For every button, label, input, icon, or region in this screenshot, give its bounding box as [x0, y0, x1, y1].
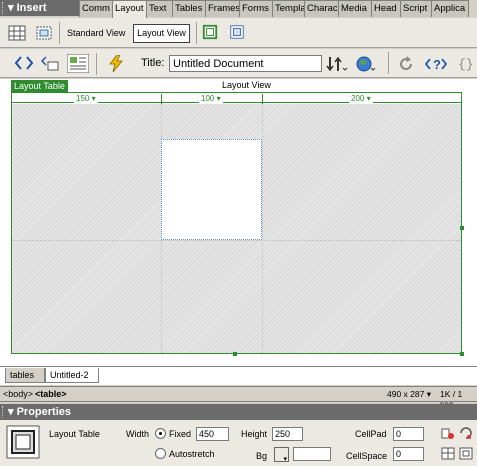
tab-media[interactable]: Media	[338, 0, 372, 17]
separator	[59, 22, 60, 44]
bg-color-swatch[interactable]: ▾	[274, 447, 289, 463]
fixed-radio[interactable]	[155, 428, 166, 439]
resize-handle[interactable]	[233, 352, 237, 356]
refresh-icon[interactable]	[398, 56, 414, 72]
draw-layout-table-icon[interactable]	[201, 24, 219, 40]
table-icon[interactable]	[8, 25, 26, 41]
cellpad-label: CellPad	[355, 429, 387, 439]
draw-layout-cell-icon[interactable]	[228, 24, 246, 40]
fixed-label: Fixed	[169, 429, 192, 439]
split-view-icon[interactable]	[40, 55, 60, 71]
grip-icon	[2, 2, 5, 15]
code-view-icon[interactable]	[14, 55, 34, 71]
svg-text:{}: {}	[458, 57, 474, 72]
dropdown-arrow-icon: ▾	[283, 456, 287, 463]
title-input[interactable]	[169, 55, 322, 72]
bg-color-input[interactable]	[293, 447, 331, 461]
svg-text:?: ?	[433, 57, 441, 72]
height-label: Height	[241, 429, 268, 439]
tab-characters[interactable]: Charac	[304, 0, 339, 17]
tab-frames[interactable]: Frames	[205, 0, 240, 17]
layout-table-icon	[6, 425, 40, 459]
layout-view-button[interactable]: Layout View	[133, 24, 190, 43]
tab-script[interactable]: Script	[400, 0, 432, 17]
autostretch-radio[interactable]	[155, 448, 166, 459]
doc-tab-tables[interactable]: tables *	[5, 368, 45, 394]
doc-tab-untitled-2[interactable]: Untitled-2 *	[45, 368, 99, 394]
remove-spacers-icon[interactable]	[441, 447, 455, 460]
resize-handle[interactable]	[460, 226, 464, 230]
standard-view-button[interactable]: Standard View	[67, 28, 125, 38]
window-size-menu[interactable]: 490 x 287 ▾	[387, 389, 431, 400]
tag-selector-table[interactable]: <table>	[35, 389, 67, 399]
file-management-icon[interactable]	[326, 55, 348, 73]
autostretch-label: Autostretch	[169, 449, 215, 459]
expand-arrow-icon: ▾	[8, 2, 14, 14]
grip-icon	[2, 406, 5, 419]
tab-forms[interactable]: Forms	[239, 0, 273, 17]
element-type-label: Layout Table	[49, 429, 100, 439]
resize-handle[interactable]	[460, 352, 464, 356]
tab-text[interactable]: Text	[146, 0, 173, 17]
make-widths-consistent-icon[interactable]	[459, 427, 473, 440]
code-navigation-icon[interactable]: {}	[457, 55, 477, 72]
design-view-icon[interactable]	[67, 54, 89, 73]
title-label: Title:	[141, 57, 165, 69]
cellspace-input[interactable]: 0	[393, 447, 424, 461]
properties-title: Properties	[16, 406, 72, 418]
remove-nesting-icon[interactable]	[459, 447, 473, 460]
insert-bar: Standard View Layout View	[0, 18, 477, 48]
separator	[96, 53, 97, 75]
expand-arrow-icon: ▾	[8, 406, 14, 418]
separator	[196, 22, 197, 44]
tab-layout[interactable]: Layout	[112, 0, 147, 18]
tab-application[interactable]: Applica	[431, 0, 469, 17]
reference-icon[interactable]: ?	[425, 56, 451, 72]
tab-head[interactable]: Head	[371, 0, 401, 17]
width-label: Width	[126, 429, 150, 439]
tab-templates[interactable]: Templa	[272, 0, 305, 17]
tab-tables[interactable]: Tables	[172, 0, 206, 17]
layer-icon[interactable]	[35, 25, 53, 41]
cellpad-input[interactable]: 0	[393, 427, 424, 441]
separator	[388, 52, 389, 74]
tab-common[interactable]: Comm	[79, 0, 113, 17]
insert-panel-title: Insert	[16, 2, 47, 14]
width-input[interactable]: 450	[196, 427, 229, 441]
live-data-icon[interactable]	[107, 55, 125, 72]
cellspace-label: CellSpace	[346, 451, 388, 461]
layout-view-title: Layout View	[222, 80, 271, 90]
layout-table-tab[interactable]: Layout Table	[11, 80, 68, 92]
height-input[interactable]: 250	[272, 427, 303, 441]
insert-panel-header[interactable]: ▾ Insert	[0, 0, 80, 16]
properties-panel-header[interactable]: ▾ Properties	[0, 404, 477, 420]
insert-tabs: Comm Layout Text Tables Frames Forms Tem…	[79, 0, 477, 18]
clear-row-heights-icon[interactable]	[441, 427, 455, 440]
preview-in-browser-icon[interactable]	[355, 55, 377, 73]
bg-label: Bg	[256, 451, 268, 461]
tag-selector-body[interactable]: <body>	[3, 389, 33, 399]
layout-cell[interactable]	[161, 139, 262, 240]
